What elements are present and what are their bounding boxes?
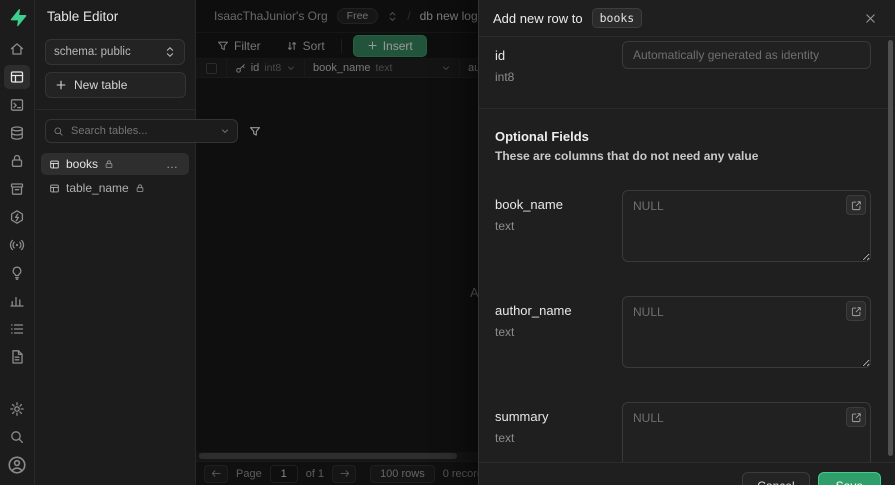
expand-editor-button[interactable]	[846, 301, 866, 321]
expand-editor-button[interactable]	[846, 195, 866, 215]
add-row-panel: Add new row to books id int8 Optional Fi…	[478, 0, 895, 485]
cancel-button[interactable]: Cancel	[742, 472, 810, 485]
edit-expand-icon	[851, 200, 861, 210]
edge-functions-icon	[10, 210, 24, 224]
summary-textarea[interactable]	[622, 402, 871, 462]
field-name: summary	[495, 409, 549, 424]
lock-icon	[105, 160, 113, 169]
table-editor-icon	[10, 71, 24, 83]
nav-edge-functions-button[interactable]	[4, 205, 30, 229]
search-tables-input[interactable]	[69, 124, 215, 138]
nav-table-editor-button[interactable]	[4, 65, 30, 89]
expand-editor-button[interactable]	[846, 407, 866, 427]
auth-lock-icon	[11, 154, 23, 167]
id-field-input	[622, 41, 871, 69]
nav-api-docs-button[interactable]	[4, 345, 30, 369]
table-list-item-table-name[interactable]: table_name	[41, 177, 189, 199]
field-name: author_name	[495, 303, 572, 318]
supabase-logo-icon[interactable]	[8, 8, 27, 27]
field-type: text	[495, 431, 515, 445]
edit-expand-icon	[851, 412, 861, 422]
plus-icon	[56, 80, 66, 90]
field-row-book-name: book_name text	[495, 190, 871, 265]
table-name: books	[66, 157, 99, 171]
lock-icon	[136, 184, 144, 193]
schema-selector[interactable]: schema: public	[45, 39, 185, 65]
panel-scrollbar-thumb[interactable]	[888, 40, 893, 456]
schema-selector-value: schema: public	[54, 46, 131, 58]
filter-tables-button[interactable]	[243, 119, 267, 143]
logs-list-icon	[11, 324, 24, 334]
search-tables-field[interactable]	[45, 119, 238, 143]
sql-editor-icon	[10, 99, 24, 111]
edit-expand-icon	[851, 306, 861, 316]
optional-fields-heading: Optional Fields	[495, 129, 589, 144]
panel-footer: Cancel Save	[479, 462, 895, 485]
table-name-chip: books	[591, 8, 643, 28]
account-avatar[interactable]	[4, 453, 30, 477]
database-icon	[11, 126, 23, 140]
field-name: book_name	[495, 197, 563, 212]
user-avatar-icon	[8, 456, 26, 474]
author-name-textarea[interactable]	[622, 296, 871, 368]
nav-sql-editor-button[interactable]	[4, 93, 30, 117]
table-icon	[50, 184, 59, 192]
table-editor-sidebar: Table Editor schema: public New table bo…	[35, 0, 261, 485]
nav-search-button[interactable]	[4, 425, 30, 449]
panel-body: id int8 Optional Fields These are column…	[479, 37, 895, 462]
field-row-id: id int8	[495, 41, 871, 84]
table-name: table_name	[66, 181, 129, 195]
panel-header: Add new row to books	[479, 0, 895, 37]
optional-fields-subtitle: These are columns that do not need any v…	[495, 149, 759, 163]
reports-chart-icon	[10, 296, 24, 307]
table-list: books … table_name	[35, 153, 195, 199]
nav-reports-button[interactable]	[4, 289, 30, 313]
gear-icon	[10, 402, 24, 416]
nav-auth-button[interactable]	[4, 149, 30, 173]
funnel-icon	[249, 126, 261, 136]
chevron-down-icon	[222, 129, 228, 133]
home-icon	[10, 43, 24, 55]
new-table-button[interactable]: New table	[45, 72, 186, 98]
icon-rail	[0, 0, 35, 485]
save-button[interactable]: Save	[817, 472, 881, 485]
app-window: Table Editor schema: public New table bo…	[0, 0, 895, 485]
close-icon	[865, 13, 875, 23]
close-panel-button[interactable]	[859, 7, 881, 29]
field-type: text	[495, 325, 515, 339]
nav-database-button[interactable]	[4, 121, 30, 145]
nav-logs-button[interactable]	[4, 317, 30, 341]
field-row-summary: summary text	[495, 402, 871, 462]
realtime-icon	[9, 239, 25, 251]
panel-title: Add new row to	[493, 10, 583, 26]
nav-settings-button[interactable]	[4, 397, 30, 421]
field-name: id	[495, 48, 506, 63]
chevrons-updown-icon	[166, 47, 174, 57]
table-list-item-books[interactable]: books …	[41, 153, 189, 175]
search-icon	[11, 431, 24, 444]
section-divider	[479, 108, 895, 109]
search-icon	[54, 126, 63, 136]
api-docs-file-icon	[12, 350, 23, 364]
storage-icon	[10, 183, 24, 195]
advisors-lightbulb-icon	[12, 266, 22, 280]
field-row-author-name: author_name text	[495, 296, 871, 371]
book-name-textarea[interactable]	[622, 190, 871, 262]
table-row-menu-button[interactable]: …	[164, 157, 181, 171]
field-type: int8	[495, 70, 515, 84]
nav-realtime-button[interactable]	[4, 233, 30, 257]
nav-storage-button[interactable]	[4, 177, 30, 201]
sidebar-title: Table Editor	[47, 9, 119, 24]
sidebar-divider	[35, 109, 195, 110]
table-icon	[50, 160, 59, 168]
nav-home-button[interactable]	[4, 37, 30, 61]
field-type: text	[495, 219, 515, 233]
new-table-label: New table	[74, 78, 128, 92]
nav-advisors-button[interactable]	[4, 261, 30, 285]
